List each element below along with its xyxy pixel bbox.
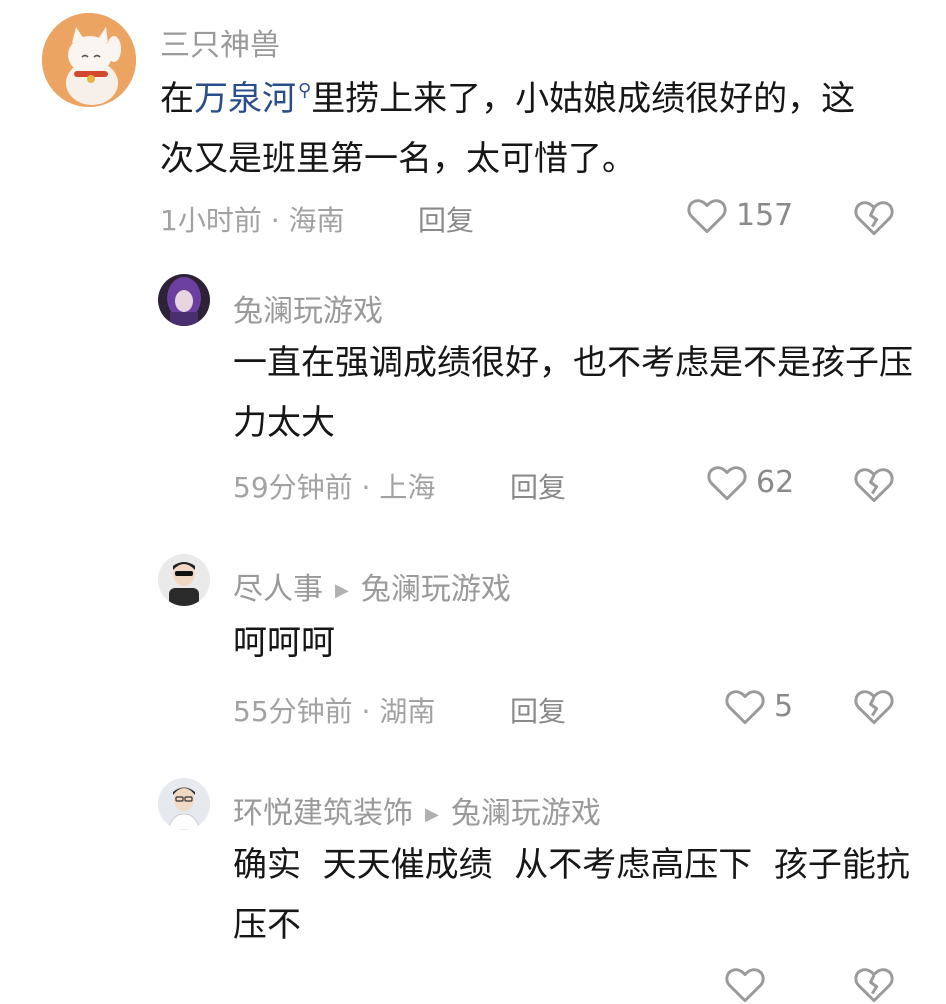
avatar[interactable] xyxy=(42,13,136,107)
like-count: 5 xyxy=(774,688,794,724)
comment-text: 在万泉河 ⚲里捞上来了，小姑娘成绩很好的，这次又是班里第一名，太可惜了。 xyxy=(160,70,880,189)
broken-heart-icon xyxy=(854,201,894,236)
search-link[interactable]: 万泉河 xyxy=(194,79,296,119)
broken-heart-icon xyxy=(854,690,894,725)
reply-item: 环悦建筑装饰 ▶ 兔澜玩游戏 确实 天天催成绩 从不考虑高压下 孩子能抗压不 xyxy=(0,760,946,1003)
search-icon[interactable]: ⚲ xyxy=(298,80,311,101)
comment-text: 呵呵呵 xyxy=(233,623,335,663)
dislike-button[interactable] xyxy=(853,464,895,504)
comment-text-start: 在 xyxy=(160,79,194,119)
comment-text: 一直在强调成绩很好，也不考虑是不是孩子压力太大 xyxy=(233,343,913,443)
username[interactable]: 兔澜玩游戏 xyxy=(233,286,383,330)
reply-button[interactable]: 回复 xyxy=(510,466,566,506)
reply-user-line: 尽人事 ▶ 兔澜玩游戏 xyxy=(233,564,511,608)
username[interactable]: 环悦建筑装饰 xyxy=(233,796,413,831)
like-button[interactable]: 5 xyxy=(724,686,793,726)
triangle-right-icon: ▶ xyxy=(425,804,439,825)
reply-user-line: 环悦建筑装饰 ▶ 兔澜玩游戏 xyxy=(233,788,601,832)
reply-button[interactable]: 回复 xyxy=(510,690,566,730)
avatar[interactable] xyxy=(158,778,210,830)
like-count: 157 xyxy=(736,197,794,233)
like-button[interactable] xyxy=(724,964,766,1004)
reply-item: 尽人事 ▶ 兔澜玩游戏 呵呵呵 55分钟前 · 湖南 回复 5 xyxy=(0,540,946,760)
username[interactable]: 三只神兽 xyxy=(160,20,280,64)
heart-outline-icon xyxy=(725,968,765,1003)
broken-heart-icon xyxy=(854,968,894,1003)
time-location: 1小时前 · 海南 xyxy=(160,204,345,237)
dislike-button[interactable] xyxy=(853,197,895,237)
reply-button[interactable]: 回复 xyxy=(418,199,474,239)
avatar[interactable] xyxy=(158,554,210,606)
avatar[interactable] xyxy=(158,274,210,326)
broken-heart-icon xyxy=(854,468,894,503)
avatar-image xyxy=(158,554,210,606)
like-button[interactable]: 62 xyxy=(706,462,794,502)
time-location: 59分钟前 · 上海 xyxy=(233,471,436,504)
triangle-right-icon: ▶ xyxy=(335,580,349,601)
like-button[interactable]: 157 xyxy=(686,195,793,235)
reply-to-username[interactable]: 兔澜玩游戏 xyxy=(361,572,511,607)
dislike-button[interactable] xyxy=(853,686,895,726)
comment-text: 确实 天天催成绩 从不考虑高压下 孩子能抗压不 xyxy=(233,845,910,945)
avatar-image xyxy=(158,778,210,830)
username[interactable]: 尽人事 xyxy=(233,572,323,607)
avatar-image xyxy=(158,274,210,326)
heart-outline-icon xyxy=(687,199,727,234)
comment-item: 三只神兽 在万泉河 ⚲里捞上来了，小姑娘成绩很好的，这次又是班里第一名，太可惜了。… xyxy=(0,0,946,250)
lucky-cat-avatar-image xyxy=(42,13,136,107)
reply-item: 兔澜玩游戏 一直在强调成绩很好，也不考虑是不是孩子压力太大 59分钟前 · 上海… xyxy=(0,250,946,520)
reply-to-username[interactable]: 兔澜玩游戏 xyxy=(451,796,601,831)
dislike-button[interactable] xyxy=(853,964,895,1004)
heart-outline-icon xyxy=(707,466,747,501)
like-count: 62 xyxy=(756,464,795,500)
time-location: 55分钟前 · 湖南 xyxy=(233,695,436,728)
heart-outline-icon xyxy=(725,690,765,725)
